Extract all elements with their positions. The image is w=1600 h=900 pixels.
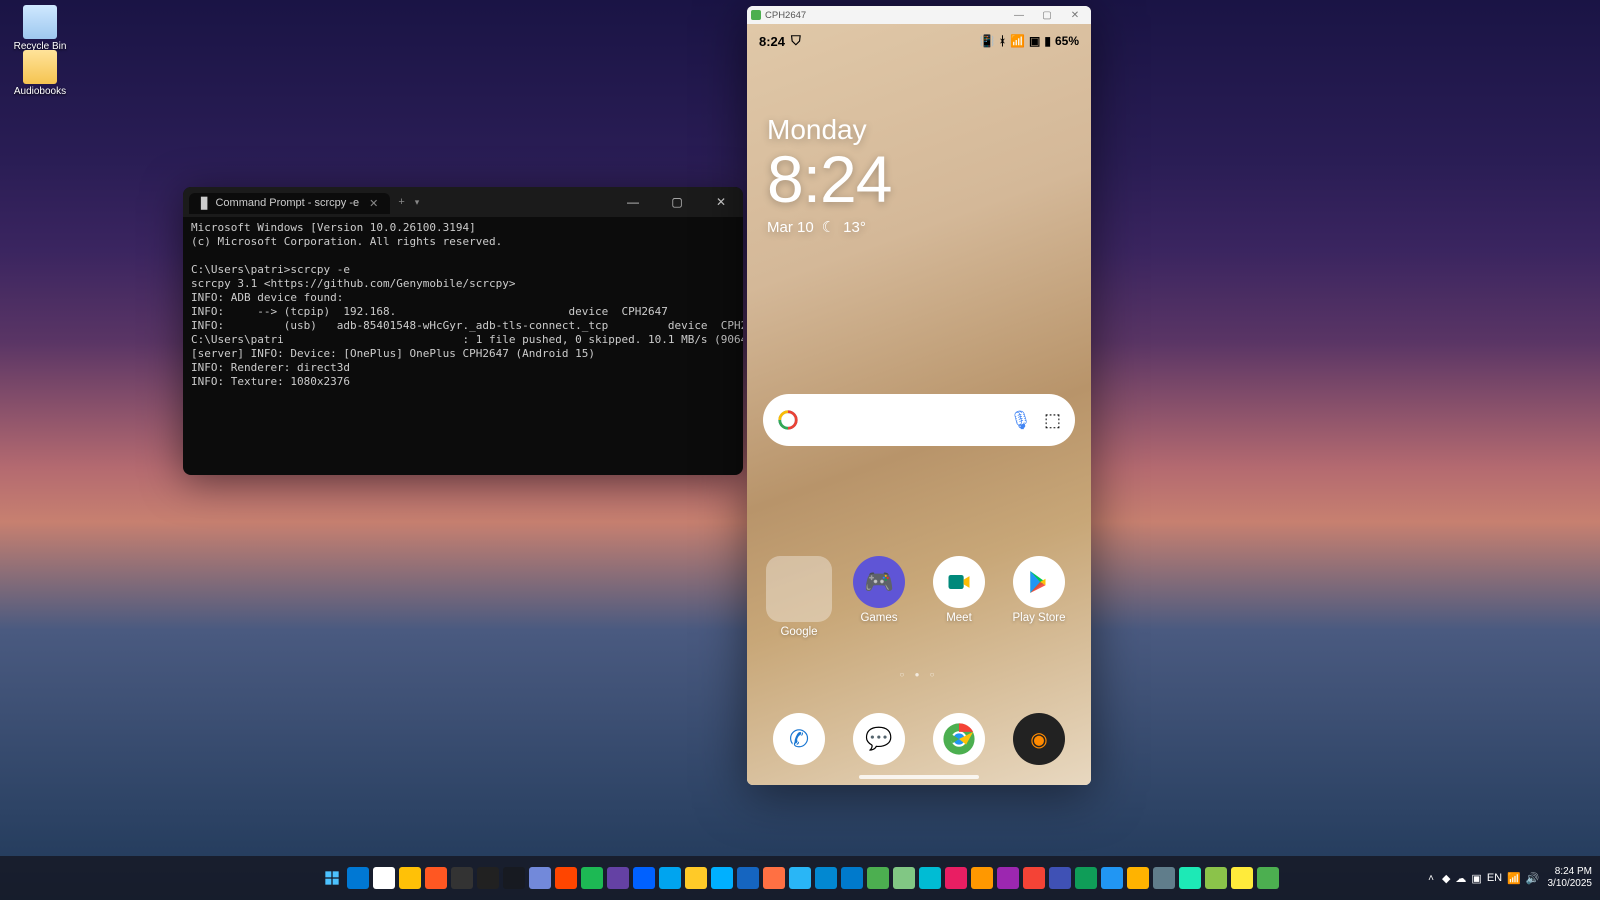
taskbar-app-7[interactable] — [529, 867, 551, 889]
maximize-button[interactable]: ▢ — [655, 187, 699, 217]
clock-widget[interactable]: Monday 8:24 Mar 10 ☾ 13° — [767, 114, 891, 236]
gesture-bar[interactable] — [859, 775, 979, 779]
app-play-store[interactable]: Play Store — [1006, 556, 1072, 638]
taskbar-app-1[interactable] — [373, 867, 395, 889]
taskbar-app-24[interactable] — [971, 867, 993, 889]
start-button[interactable] — [321, 867, 343, 889]
scrcpy-icon — [751, 10, 761, 20]
taskbar-app-9[interactable] — [581, 867, 603, 889]
taskbar-app-12[interactable] — [659, 867, 681, 889]
mic-icon[interactable]: 🎙 — [1009, 410, 1032, 431]
dock-messages-app[interactable]: 💬 — [853, 713, 905, 765]
phone-screen[interactable]: 8:24 ⛉ 📳 ᚼ 📶 ▣ ▮ 65% Monday 8:24 Mar 10 … — [747, 24, 1091, 785]
maximize-button[interactable]: ▢ — [1035, 10, 1059, 21]
taskbar-clock[interactable]: 8:24 PM 3/10/2025 — [1548, 866, 1593, 890]
taskbar-app-6[interactable] — [503, 867, 525, 889]
taskbar-app-16[interactable] — [763, 867, 785, 889]
shield-icon: ⛉ — [791, 33, 801, 49]
taskbar-app-4[interactable] — [451, 867, 473, 889]
minimize-button[interactable]: — — [1007, 10, 1031, 21]
google-icon — [777, 409, 799, 431]
system-tray[interactable]: ˄ ◆ ☁ ▣ EN 📶 🔊 8:24 PM 3/10/2025 — [1428, 866, 1592, 890]
taskbar-app-2[interactable] — [399, 867, 421, 889]
terminal-titlebar[interactable]: ▊ Command Prompt - scrcpy -e ✕ + ▾ — ▢ ✕ — [183, 187, 743, 217]
taskbar-app-3[interactable] — [425, 867, 447, 889]
dock-chrome-app[interactable] — [933, 713, 985, 765]
taskbar-app-0[interactable] — [347, 867, 369, 889]
bluetooth-icon: ᚼ — [999, 34, 1006, 48]
taskbar-app-35[interactable] — [1257, 867, 1279, 889]
taskbar-app-17[interactable] — [789, 867, 811, 889]
cmd-icon: ▊ — [201, 197, 209, 210]
terminal-tab[interactable]: ▊ Command Prompt - scrcpy -e ✕ — [189, 193, 390, 214]
windows-taskbar[interactable]: ˄ ◆ ☁ ▣ EN 📶 🔊 8:24 PM 3/10/2025 — [0, 856, 1600, 900]
taskbar-app-32[interactable] — [1179, 867, 1201, 889]
taskbar-app-13[interactable] — [685, 867, 707, 889]
taskbar-app-31[interactable] — [1153, 867, 1175, 889]
tray-lang-icon[interactable]: EN — [1487, 872, 1502, 885]
taskbar-app-23[interactable] — [945, 867, 967, 889]
moon-icon: ☾ — [822, 218, 835, 236]
tab-dropdown-icon[interactable]: ▾ — [415, 197, 420, 208]
lens-icon[interactable]: ⬚ — [1044, 410, 1061, 431]
phone-dock: ✆ 💬 ◉ — [747, 713, 1091, 765]
home-app-row: Google 🎮 Games Meet Play Store — [747, 556, 1091, 638]
tab-close-icon[interactable]: ✕ — [369, 197, 378, 210]
taskbar-app-18[interactable] — [815, 867, 837, 889]
taskbar-app-20[interactable] — [867, 867, 889, 889]
taskbar-app-26[interactable] — [1023, 867, 1045, 889]
nfc-icon: ▣ — [1029, 34, 1040, 48]
scrcpy-titlebar[interactable]: CPH2647 — ▢ ✕ — [747, 6, 1091, 24]
taskbar-app-15[interactable] — [737, 867, 759, 889]
terminal-output[interactable]: Microsoft Windows [Version 10.0.26100.31… — [191, 221, 735, 389]
close-button[interactable]: ✕ — [1063, 10, 1087, 21]
close-button[interactable]: ✕ — [699, 187, 743, 217]
dock-camera-app[interactable]: ◉ — [1013, 713, 1065, 765]
taskbar-app-34[interactable] — [1231, 867, 1253, 889]
tray-chevron-icon[interactable]: ˄ — [1428, 873, 1434, 884]
tray-nvidia-icon[interactable]: ◆ — [1442, 872, 1450, 885]
desktop-icon-recycle-bin[interactable]: Recycle Bin — [5, 5, 75, 52]
vibrate-icon: 📳 — [980, 34, 995, 48]
app-meet[interactable]: Meet — [926, 556, 992, 638]
wifi-icon: 📶 — [1010, 34, 1025, 48]
scrcpy-window[interactable]: CPH2647 — ▢ ✕ 8:24 ⛉ 📳 ᚼ 📶 ▣ ▮ 65% Monda… — [747, 6, 1091, 785]
desktop-icon-audiobooks[interactable]: Audiobooks — [5, 50, 75, 97]
battery-icon: ▮ — [1044, 34, 1051, 48]
taskbar-app-19[interactable] — [841, 867, 863, 889]
taskbar-app-33[interactable] — [1205, 867, 1227, 889]
taskbar-app-22[interactable] — [919, 867, 941, 889]
tray-onedrive-icon[interactable]: ☁ — [1455, 872, 1466, 885]
tray-security-icon[interactable]: ▣ — [1471, 872, 1481, 885]
taskbar-app-28[interactable] — [1075, 867, 1097, 889]
taskbar-app-10[interactable] — [607, 867, 629, 889]
taskbar-app-8[interactable] — [555, 867, 577, 889]
minimize-button[interactable]: — — [611, 187, 655, 217]
google-search-bar[interactable]: 🎙 ⬚ — [763, 394, 1075, 446]
page-indicator: ○ ● ○ — [747, 670, 1091, 679]
taskbar-app-29[interactable] — [1101, 867, 1123, 889]
tray-wifi-icon[interactable]: 📶 — [1507, 872, 1521, 885]
app-games[interactable]: 🎮 Games — [846, 556, 912, 638]
taskbar-app-30[interactable] — [1127, 867, 1149, 889]
new-tab-button[interactable]: + — [398, 196, 404, 208]
app-google-folder[interactable]: Google — [766, 556, 832, 638]
taskbar-app-11[interactable] — [633, 867, 655, 889]
dock-phone-app[interactable]: ✆ — [773, 713, 825, 765]
phone-status-bar: 8:24 ⛉ 📳 ᚼ 📶 ▣ ▮ 65% — [747, 24, 1091, 54]
taskbar-app-25[interactable] — [997, 867, 1019, 889]
taskbar-app-5[interactable] — [477, 867, 499, 889]
taskbar-app-27[interactable] — [1049, 867, 1071, 889]
taskbar-app-14[interactable] — [711, 867, 733, 889]
taskbar-app-21[interactable] — [893, 867, 915, 889]
tray-volume-icon[interactable]: 🔊 — [1526, 872, 1540, 885]
terminal-window[interactable]: ▊ Command Prompt - scrcpy -e ✕ + ▾ — ▢ ✕… — [183, 187, 743, 475]
